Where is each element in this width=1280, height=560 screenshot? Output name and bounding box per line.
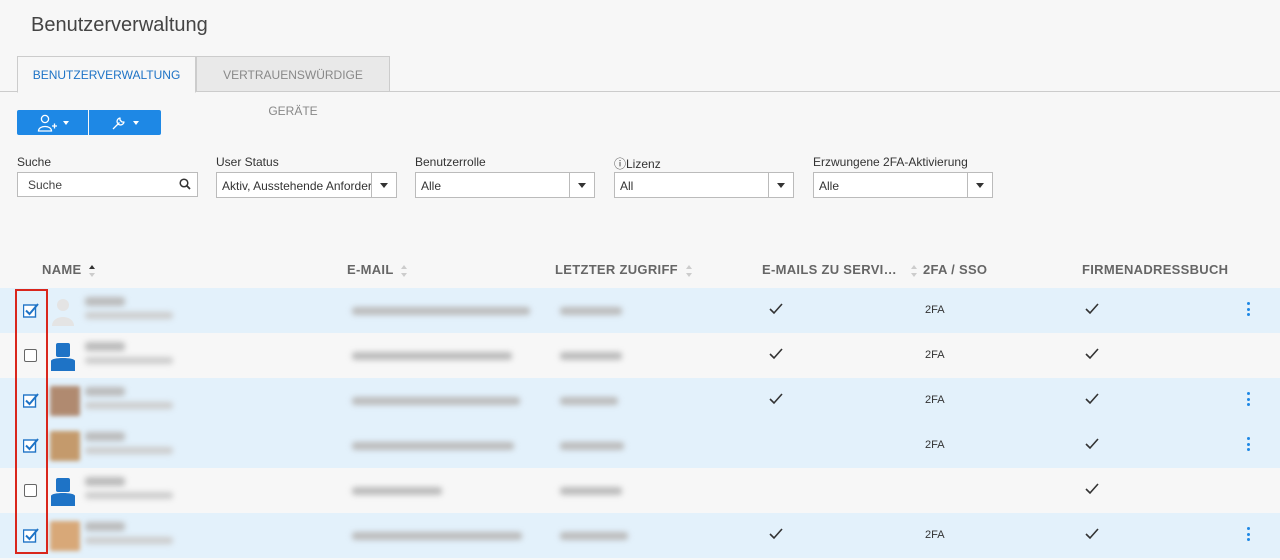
avatar <box>50 386 80 416</box>
license-select[interactable]: All <box>614 172 794 198</box>
tfa-enforce-select[interactable]: Alle <box>813 172 993 198</box>
checkmark-icon <box>1084 527 1100 546</box>
table-row[interactable]: 2FA <box>0 513 1280 558</box>
avatar <box>52 299 74 326</box>
search-icon[interactable] <box>179 178 191 190</box>
user-name-redacted <box>85 387 125 396</box>
checkmark-icon <box>1084 347 1100 366</box>
license-value: All <box>620 179 634 193</box>
user-status-select[interactable]: Aktiv, Ausstehende Anforderu <box>216 172 397 198</box>
more-actions-icon[interactable] <box>1247 392 1251 408</box>
avatar <box>51 478 75 506</box>
last-access-redacted <box>560 397 618 405</box>
checkmark-icon <box>768 392 784 411</box>
tfa-status: 2FA <box>925 304 945 316</box>
user-email-redacted <box>352 532 522 540</box>
chevron-down-icon[interactable] <box>569 173 594 197</box>
user-role-redacted <box>85 402 173 409</box>
checkmark-icon <box>1084 482 1100 501</box>
table-row[interactable]: 2FA <box>0 333 1280 378</box>
checkmark-icon <box>768 347 784 366</box>
chevron-down-icon[interactable] <box>371 173 396 197</box>
table-header: NAME E-MAIL LETZTER ZUGRIFF E-MAILS ZU S… <box>0 252 1280 287</box>
user-name-redacted <box>85 477 125 486</box>
license-label: ⓘLizenz <box>614 157 661 171</box>
tfa-status: 2FA <box>925 349 945 361</box>
sort-icon <box>401 264 408 277</box>
tfa-enforce-value: Alle <box>819 179 840 193</box>
role-label: Benutzerrolle <box>415 155 486 169</box>
more-actions-icon[interactable] <box>1247 437 1251 453</box>
role-value: Alle <box>421 179 442 193</box>
more-actions-icon[interactable] <box>1247 302 1251 318</box>
last-access-redacted <box>560 352 622 360</box>
wrench-icon <box>112 116 125 129</box>
tfa-status: 2FA <box>925 394 945 406</box>
chevron-down-icon[interactable] <box>768 173 793 197</box>
tools-button[interactable] <box>89 110 161 135</box>
column-header-emails-to-server[interactable]: E-MAILS ZU SERVI… <box>762 262 917 277</box>
chevron-down-icon[interactable] <box>967 173 992 197</box>
table-row[interactable]: 2FA <box>0 378 1280 423</box>
search-field <box>17 172 198 197</box>
user-email-redacted <box>352 397 520 405</box>
last-access-redacted <box>560 532 628 540</box>
search-input[interactable] <box>18 173 178 196</box>
column-header-name[interactable]: NAME <box>42 262 96 277</box>
user-name-redacted <box>85 432 125 441</box>
tfa-enforce-label: Erzwungene 2FA-Aktivierung <box>813 155 968 169</box>
more-actions-icon[interactable] <box>1247 527 1251 543</box>
tfa-status: 2FA <box>925 439 945 451</box>
avatar <box>50 431 80 461</box>
selection-highlight-box <box>15 289 48 554</box>
user-name-redacted <box>85 342 125 351</box>
user-status-label: User Status <box>216 155 279 169</box>
sort-icon <box>685 264 692 277</box>
column-header-addressbook: FIRMENADRESSBUCH <box>1082 262 1229 277</box>
user-email-redacted <box>352 352 512 360</box>
add-user-icon <box>37 114 57 132</box>
sort-icon <box>910 264 917 277</box>
checkmark-icon <box>768 302 784 321</box>
user-email-redacted <box>352 487 442 495</box>
search-label: Suche <box>17 155 52 169</box>
last-access-redacted <box>560 487 622 495</box>
column-header-2fa-sso: 2FA / SSO <box>923 262 988 277</box>
table-row[interactable] <box>0 468 1280 513</box>
add-user-button[interactable] <box>17 110 88 135</box>
user-email-redacted <box>352 442 514 450</box>
tab-user-management[interactable]: BENUTZERVERWALTUNG <box>17 56 196 93</box>
user-role-redacted <box>85 447 173 454</box>
user-name-redacted <box>85 297 125 306</box>
table-row[interactable]: 2FA <box>0 288 1280 333</box>
toolbar-button-group <box>17 110 161 135</box>
tfa-status: 2FA <box>925 529 945 541</box>
role-select[interactable]: Alle <box>415 172 595 198</box>
tab-trusted-devices[interactable]: VERTRAUENSWÜRDIGE GERÄTE <box>196 56 390 118</box>
checkmark-icon <box>1084 392 1100 411</box>
column-header-last-access[interactable]: LETZTER ZUGRIFF <box>555 262 692 277</box>
checkmark-icon <box>1084 302 1100 321</box>
chevron-down-icon <box>133 120 139 125</box>
chevron-down-icon <box>62 120 69 125</box>
last-access-redacted <box>560 442 624 450</box>
user-role-redacted <box>85 492 173 499</box>
user-name-redacted <box>85 522 125 531</box>
tab-bar: BENUTZERVERWALTUNG VERTRAUENSWÜRDIGE GER… <box>0 56 1280 118</box>
sort-ascending-icon <box>89 264 96 277</box>
page-title: Benutzerverwaltung <box>31 14 208 36</box>
user-role-redacted <box>85 312 173 319</box>
checkmark-icon <box>1084 437 1100 456</box>
last-access-redacted <box>560 307 622 315</box>
checkmark-icon <box>768 527 784 546</box>
user-role-redacted <box>85 357 173 364</box>
column-header-email[interactable]: E-MAIL <box>347 262 408 277</box>
user-email-redacted <box>352 307 530 315</box>
avatar <box>50 521 80 551</box>
table-row[interactable]: 2FA <box>0 423 1280 468</box>
user-role-redacted <box>85 537 173 544</box>
avatar <box>51 343 75 371</box>
user-status-value: Aktiv, Ausstehende Anforderu <box>222 179 372 193</box>
